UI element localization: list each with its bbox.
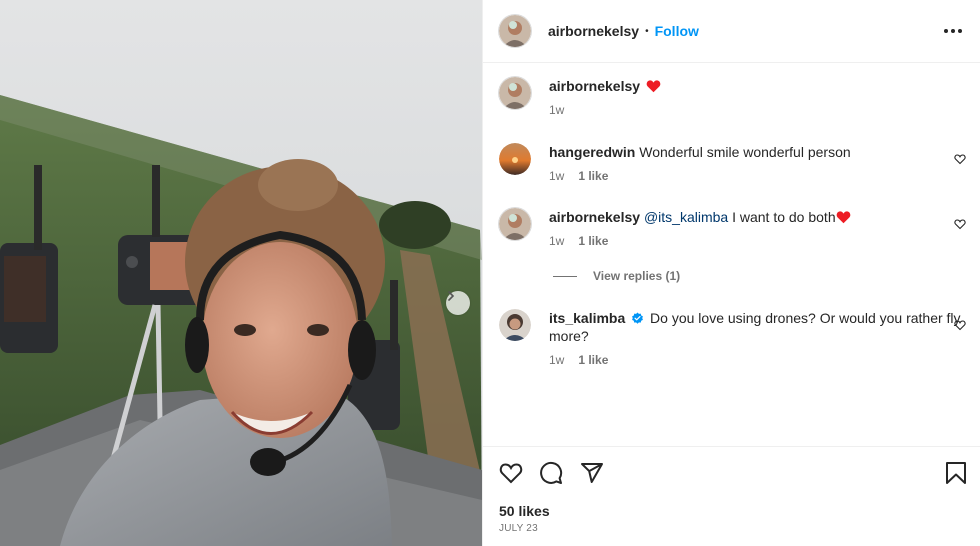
- caption: airbornekelsy 1w: [499, 77, 966, 119]
- comment-username[interactable]: its_kalimba: [549, 310, 625, 326]
- comment-likes[interactable]: 1 like: [578, 232, 608, 250]
- avatar-image: [499, 208, 531, 240]
- comments-list: airbornekelsy 1w hangeredwin Wonderful s…: [483, 63, 980, 446]
- like-heart-icon[interactable]: [499, 461, 523, 485]
- bookmark-icon[interactable]: [945, 461, 967, 485]
- comment-username[interactable]: hangeredwin: [549, 144, 635, 160]
- comment-item: hangeredwin Wonderful smile wonderful pe…: [499, 143, 966, 185]
- author-username[interactable]: airbornekelsy: [548, 23, 639, 39]
- post-image: [0, 0, 482, 546]
- post-details-panel: airbornekelsy • Follow airbornekelsy 1w …: [482, 0, 980, 546]
- caption-username[interactable]: airbornekelsy: [549, 78, 640, 94]
- comment-item: airbornekelsy @its_kalimba I want to do …: [499, 208, 966, 250]
- caption-avatar[interactable]: [499, 77, 531, 109]
- avatar-image: [499, 143, 531, 175]
- heart-icon[interactable]: [954, 319, 966, 331]
- likes-count[interactable]: 50 likes: [499, 503, 550, 519]
- comment-time[interactable]: 1w: [549, 232, 564, 250]
- comment-time[interactable]: 1w: [549, 167, 564, 185]
- post-header: airbornekelsy • Follow: [483, 0, 980, 63]
- red-heart-emoji-icon: [836, 211, 850, 224]
- post-photo: [0, 0, 482, 546]
- comment-likes[interactable]: 1 like: [578, 167, 608, 185]
- author-avatar[interactable]: [499, 15, 531, 47]
- more-options-icon[interactable]: [940, 25, 966, 37]
- divider-line: [553, 275, 577, 277]
- commenter-avatar[interactable]: [499, 309, 531, 341]
- comment-item: its_kalimba Do you love using drones? Or…: [499, 309, 966, 369]
- heart-icon[interactable]: [954, 153, 966, 165]
- commenter-avatar[interactable]: [499, 143, 531, 175]
- comment-text: I want to do both: [728, 209, 836, 225]
- view-replies-label: View replies (1): [593, 269, 681, 283]
- post-actions: 50 likes JULY 23: [483, 446, 980, 546]
- red-heart-emoji-icon: [646, 80, 661, 93]
- comment-likes[interactable]: 1 like: [578, 351, 608, 369]
- comment-icon[interactable]: [539, 461, 563, 485]
- avatar-image: [499, 15, 531, 47]
- verified-badge-icon: [632, 312, 644, 324]
- commenter-avatar[interactable]: [499, 208, 531, 240]
- follow-button[interactable]: Follow: [655, 23, 699, 39]
- heart-icon[interactable]: [954, 218, 966, 230]
- chevron-right-icon: [448, 291, 455, 301]
- post-date[interactable]: JULY 23: [499, 523, 538, 534]
- comment-mention[interactable]: @its_kalimba: [644, 209, 728, 225]
- avatar-image: [499, 77, 531, 109]
- caption-time[interactable]: 1w: [549, 101, 564, 119]
- comment-time[interactable]: 1w: [549, 351, 564, 369]
- avatar-image: [499, 309, 531, 341]
- share-icon[interactable]: [580, 461, 604, 485]
- comment-text: Wonderful smile wonderful person: [639, 144, 851, 160]
- view-replies-button[interactable]: View replies (1): [553, 269, 680, 283]
- comment-username[interactable]: airbornekelsy: [549, 209, 640, 225]
- separator-dot: •: [645, 25, 649, 37]
- next-image-button[interactable]: [446, 291, 470, 315]
